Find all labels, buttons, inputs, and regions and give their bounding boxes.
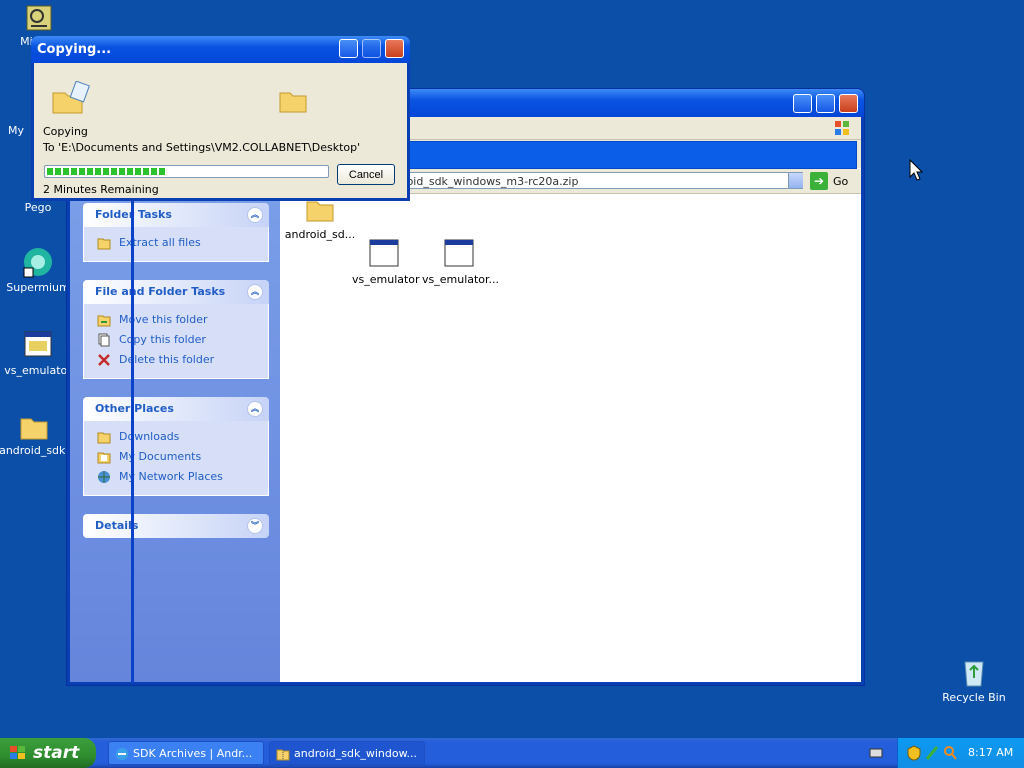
flying-documents-icon xyxy=(52,81,90,114)
app-window-icon xyxy=(24,331,52,357)
folder-icon xyxy=(20,418,48,440)
folder-tasks-panel: Folder Tasks ︽ Extract all files xyxy=(83,203,269,262)
task-move-folder[interactable]: Move this folder xyxy=(84,310,268,330)
ie-icon xyxy=(116,748,128,760)
task-pane: Folder Tasks ︽ Extract all files File an… xyxy=(70,194,280,682)
place-downloads[interactable]: Downloads xyxy=(84,427,268,447)
dialog-title: Copying... xyxy=(37,42,112,57)
app-window-icon xyxy=(444,239,474,267)
app-window-icon xyxy=(369,239,399,267)
task-delete-folder[interactable]: Delete this folder xyxy=(84,350,268,370)
file-folder-tasks-header[interactable]: File and Folder Tasks ︽ xyxy=(83,280,269,304)
explorer-body: ents\Downloads\android_sdk_windows_m3-rc… xyxy=(70,117,861,682)
copy-destination-text: To 'E:\Documents and Settings\VM2.COLLAB… xyxy=(43,141,361,154)
documents-icon xyxy=(97,452,111,464)
copy-progress-bar xyxy=(44,165,329,178)
start-label: start xyxy=(33,743,80,763)
dialog-title-bar[interactable]: Copying... xyxy=(31,36,410,63)
security-shield-icon[interactable] xyxy=(907,745,921,761)
windows-logo-icon xyxy=(835,121,849,135)
details-header[interactable]: Details ︾ xyxy=(83,514,269,538)
network-status-icon[interactable] xyxy=(925,745,939,761)
drag-rectangle-edge xyxy=(131,199,134,683)
file-folder-tasks-list: Move this folder Copy this folder Delete… xyxy=(83,304,269,379)
supermium-icon xyxy=(23,248,52,278)
progress-fill xyxy=(47,168,167,175)
extract-icon xyxy=(97,238,111,250)
file-label: vs_emulator xyxy=(352,273,420,286)
file-label: android_sd... xyxy=(284,228,356,241)
maximize-button[interactable] xyxy=(362,39,381,58)
taskbar-item-explorer[interactable]: android_sdk_window... xyxy=(269,741,425,765)
desktop-icon-recycle-bin[interactable]: Recycle Bin xyxy=(936,656,1012,704)
copy-icon xyxy=(98,333,110,347)
minimize-button[interactable] xyxy=(793,94,812,113)
mouse-cursor-icon xyxy=(909,159,923,181)
file-item[interactable]: vs_emulator xyxy=(352,238,420,286)
taskbar-item-label: SDK Archives | Andr... xyxy=(133,747,253,760)
clock[interactable]: 8:17 AM xyxy=(968,746,1013,759)
dialog-body: Copying To 'E:\Documents and Settings\VM… xyxy=(34,63,407,198)
maximize-button[interactable] xyxy=(816,94,835,113)
collapse-chevron-icon[interactable]: ︽ xyxy=(247,284,263,300)
copy-progress-dialog: Copying... Copying To 'E:\Documents and … xyxy=(31,36,410,201)
file-label: vs_emulator... xyxy=(422,273,500,286)
go-button-label[interactable]: Go xyxy=(833,175,848,188)
folder-icon xyxy=(97,432,111,444)
other-places-title: Other Places xyxy=(95,402,174,415)
other-places-list: Downloads My Documents My Network Places xyxy=(83,421,269,496)
other-places-panel: Other Places ︽ Downloads My Documents My… xyxy=(83,397,269,496)
file-folder-tasks-panel: File and Folder Tasks ︽ Move this folder… xyxy=(83,280,269,379)
collapse-chevron-icon[interactable]: ︽ xyxy=(247,207,263,223)
desktop-icon-label: Pego xyxy=(24,201,52,214)
other-places-header[interactable]: Other Places ︽ xyxy=(83,397,269,421)
details-panel: Details ︾ xyxy=(83,514,269,538)
cancel-button[interactable]: Cancel xyxy=(337,164,395,185)
taskbar: start SDK Archives | Andr... android_sdk… xyxy=(0,738,1024,768)
start-button[interactable]: start xyxy=(0,738,96,768)
file-folder-tasks-title: File and Folder Tasks xyxy=(95,285,226,298)
my-computer-icon xyxy=(2,95,30,121)
windows-logo-icon xyxy=(10,746,25,759)
file-item[interactable]: vs_emulator... xyxy=(422,238,500,286)
network-icon xyxy=(98,471,110,483)
delete-icon xyxy=(98,354,110,366)
minimize-button[interactable] xyxy=(339,39,358,58)
close-button[interactable] xyxy=(839,94,858,113)
close-button[interactable] xyxy=(385,39,404,58)
folder-tasks-header[interactable]: Folder Tasks ︽ xyxy=(83,203,269,227)
desktop-icon-vs-emulator[interactable]: vs_emulator xyxy=(0,329,76,377)
zip-folder-icon xyxy=(276,749,290,761)
place-label: My Network Places xyxy=(119,470,223,483)
recycle-bin-icon xyxy=(964,661,984,687)
desktop-icon-label: Recycle Bin xyxy=(942,691,1006,704)
desktop-icon-label: android_sdk. xyxy=(0,444,69,457)
address-dropdown-button[interactable] xyxy=(788,173,803,188)
system-tray: 8:17 AM xyxy=(897,738,1024,768)
taskbar-item-browser[interactable]: SDK Archives | Andr... xyxy=(108,741,264,765)
file-list-pane: android_sd... vs_emulator vs_emulator... xyxy=(280,194,861,682)
desktop-icon-label: Supermium xyxy=(6,281,70,294)
task-extract-all-files[interactable]: Extract all files xyxy=(84,233,268,253)
move-icon xyxy=(97,315,111,327)
task-copy-folder[interactable]: Copy this folder xyxy=(84,330,268,350)
desktop-icon-label: vs_emulator xyxy=(4,364,72,377)
time-remaining-text: 2 Minutes Remaining xyxy=(43,183,159,196)
search-icon[interactable] xyxy=(943,745,957,761)
place-label: Downloads xyxy=(119,430,180,443)
destination-folder-icon xyxy=(279,92,307,113)
collapse-chevron-icon[interactable]: ︽ xyxy=(247,401,263,417)
copy-status-text: Copying xyxy=(43,125,88,138)
taskbar-item-label: android_sdk_window... xyxy=(294,747,418,760)
place-my-documents[interactable]: My Documents xyxy=(84,447,268,467)
desktop-icon-supermium[interactable]: Supermium xyxy=(0,246,76,294)
outlook-icon xyxy=(26,5,52,31)
file-item[interactable]: android_sd... xyxy=(283,197,357,241)
place-my-network-places[interactable]: My Network Places xyxy=(84,467,268,487)
expand-chevron-icon[interactable]: ︾ xyxy=(247,518,263,534)
folder-tasks-list: Extract all files xyxy=(83,227,269,262)
go-arrow-icon[interactable]: ➔ xyxy=(810,172,828,190)
keyboard-icon xyxy=(869,748,883,758)
desktop-icon-android-sdk[interactable]: android_sdk. xyxy=(0,413,72,457)
